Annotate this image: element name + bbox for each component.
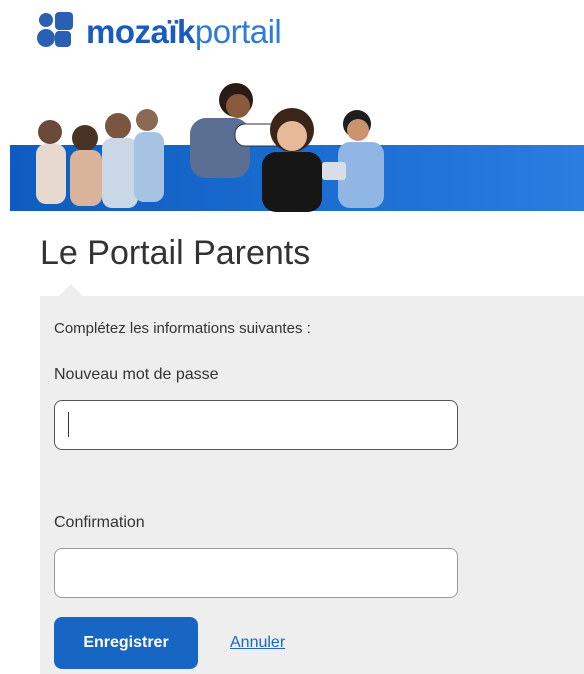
new-password-input[interactable] — [54, 400, 458, 450]
form-instructions: Complétez les informations suivantes : — [54, 320, 311, 337]
banner-image — [10, 80, 584, 212]
mozaik-logo: mozaïkportail — [36, 10, 282, 52]
confirmation-label: Confirmation — [54, 514, 145, 531]
text-caret — [68, 412, 69, 437]
save-button[interactable]: Enregistrer — [54, 617, 198, 669]
logo-mark-icon — [36, 10, 78, 52]
page-title: Le Portail Parents — [40, 234, 311, 272]
confirmation-input[interactable] — [54, 548, 458, 598]
cancel-link[interactable]: Annuler — [230, 634, 285, 652]
logo-wordmark: mozaïkportail — [86, 12, 282, 50]
new-password-label: Nouveau mot de passe — [54, 366, 219, 383]
